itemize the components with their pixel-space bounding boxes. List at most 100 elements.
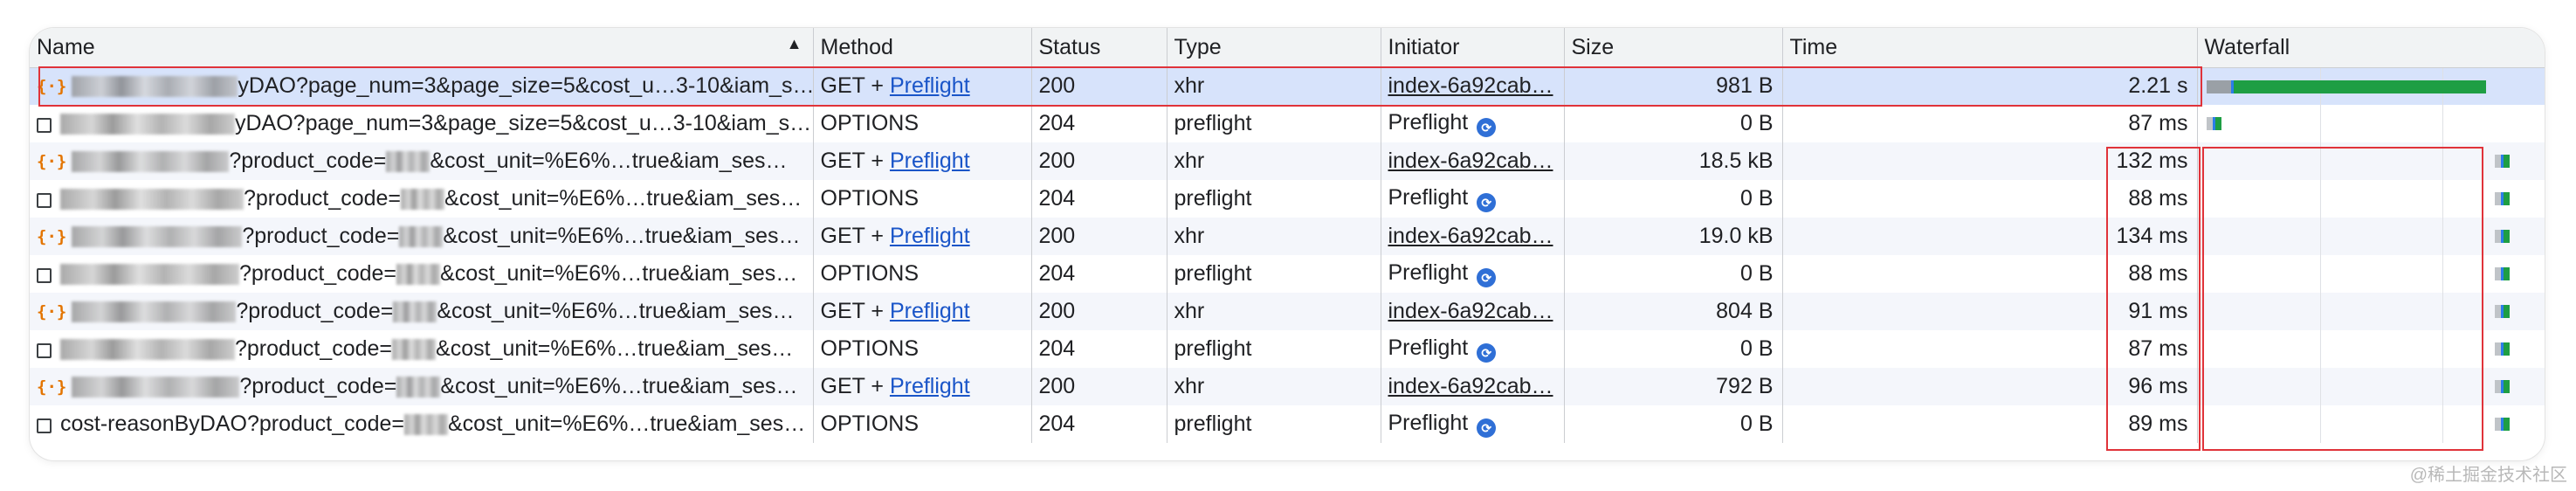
table-row[interactable]: {·} ?product_code= &cost_unit=%E6%…true&ia…	[30, 293, 2545, 330]
col-header-time[interactable]: Time	[1782, 28, 2198, 68]
request-name-cell[interactable]: ?product_code= &cost_unit=%E6%…true&iam_s…	[30, 180, 814, 218]
initiator-link[interactable]: index-6a92cab…	[1388, 299, 1553, 323]
preflight-icon[interactable]: ⟳	[1477, 268, 1497, 287]
checkbox-icon[interactable]	[37, 118, 52, 133]
initiator-link[interactable]: index-6a92cab…	[1388, 374, 1553, 398]
time-cell: 88 ms	[1782, 180, 2198, 218]
method-cell: GET + Preflight	[813, 368, 1032, 405]
table-row[interactable]: cost-reasonByDAO?product_code= &cost_unit…	[30, 405, 2545, 443]
status-cell: 204	[1031, 255, 1167, 293]
request-name-cell[interactable]: yDAO?page_num=3&page_size=5&cost_u…3-10&…	[30, 105, 814, 142]
initiator-cell[interactable]: index-6a92cab…	[1381, 142, 1565, 180]
preflight-link[interactable]: Preflight	[890, 374, 970, 398]
table-row[interactable]: {·} ?product_code= &cost_unit=%E6%…true&ia…	[30, 368, 2545, 405]
method-text: GET +	[820, 299, 890, 323]
preflight-icon[interactable]: ⟳	[1477, 193, 1497, 212]
request-name-cell[interactable]: cost-reasonByDAO?product_code= &cost_unit…	[30, 405, 814, 443]
initiator-link[interactable]: index-6a92cab…	[1388, 73, 1553, 98]
type-cell: xhr	[1167, 67, 1381, 105]
preflight-link[interactable]: Preflight	[890, 73, 970, 98]
initiator-cell: Preflight ⟳	[1381, 405, 1565, 443]
request-name-suffix: &cost_unit=%E6%…true&iam_ses…	[443, 224, 801, 248]
waterfall-cell	[2197, 218, 2545, 255]
preflight-link[interactable]: Preflight	[890, 299, 970, 323]
table-row[interactable]: {·} ?product_code= &cost_unit=%E6%…true&ia…	[30, 142, 2545, 180]
size-cell: 0 B	[1564, 180, 1783, 218]
initiator-cell[interactable]: index-6a92cab…	[1381, 368, 1565, 405]
waterfall-cell	[2197, 142, 2545, 180]
table-row[interactable]: ?product_code= &cost_unit=%E6%…true&iam_s…	[30, 330, 2545, 368]
method-text: GET +	[820, 224, 890, 248]
time-cell: 2.21 s	[1782, 67, 2198, 105]
request-name-suffix: &cost_unit=%E6%…true&iam_ses…	[440, 261, 798, 286]
request-name-suffix: &cost_unit=%E6%…true&iam_ses…	[436, 336, 794, 361]
waterfall-gridline	[2319, 142, 2321, 180]
request-name-cell[interactable]: {·} ?product_code= &cost_unit=%E6%…true&ia…	[30, 293, 814, 330]
waterfall-queue-bar	[2206, 117, 2213, 130]
request-name-cell[interactable]: ?product_code= &cost_unit=%E6%…true&iam_s…	[30, 255, 814, 293]
xhr-brace-icon: {·}	[37, 152, 67, 171]
col-header-size[interactable]: Size	[1564, 28, 1783, 68]
request-name-cell[interactable]: {·} ?product_code= &cost_unit=%E6%…true&ia…	[30, 218, 814, 255]
size-cell: 0 B	[1564, 255, 1783, 293]
checkbox-icon[interactable]	[37, 193, 52, 208]
request-name-suffix: &cost_unit=%E6%…true&iam_ses…	[447, 411, 806, 436]
initiator-link[interactable]: index-6a92cab…	[1388, 149, 1553, 173]
method-cell: OPTIONS	[813, 105, 1032, 142]
time-cell: 87 ms	[1782, 105, 2198, 142]
table-row[interactable]: ?product_code= &cost_unit=%E6%…true&iam_s…	[30, 255, 2545, 293]
col-header-name[interactable]: Name ▲	[30, 28, 814, 68]
time-cell: 89 ms	[1782, 405, 2198, 443]
size-cell: 804 B	[1564, 293, 1783, 330]
col-header-waterfall[interactable]: Waterfall	[2197, 28, 2545, 68]
initiator-cell[interactable]: index-6a92cab…	[1381, 67, 1565, 105]
request-name-cell[interactable]: {·} ?product_code= &cost_unit=%E6%…true&ia…	[30, 368, 814, 405]
initiator-link[interactable]: index-6a92cab…	[1388, 224, 1553, 248]
request-name-cell[interactable]: {·} ?product_code= &cost_unit=%E6%…true&ia…	[30, 142, 814, 180]
waterfall-receive-bar	[2503, 418, 2510, 431]
col-header-type[interactable]: Type	[1167, 28, 1381, 68]
xhr-brace-icon: {·}	[37, 377, 67, 397]
request-name-cell[interactable]: {·} yDAO?page_num=3&page_size=5&cost_u…3-…	[30, 67, 814, 105]
initiator-cell[interactable]: index-6a92cab…	[1381, 293, 1565, 330]
redacted-name-prefix	[60, 114, 235, 135]
col-header-initiator[interactable]: Initiator	[1381, 28, 1565, 68]
status-cell: 204	[1031, 405, 1167, 443]
col-header-status[interactable]: Status	[1031, 28, 1167, 68]
status-cell: 200	[1031, 368, 1167, 405]
table-row[interactable]: {·} ?product_code= &cost_unit=%E6%…true&ia…	[30, 218, 2545, 255]
type-cell: xhr	[1167, 142, 1381, 180]
waterfall-queue-bar	[2494, 418, 2501, 431]
time-cell: 88 ms	[1782, 255, 2198, 293]
initiator-cell: Preflight ⟳	[1381, 255, 1565, 293]
preflight-link[interactable]: Preflight	[890, 149, 970, 173]
checkbox-icon[interactable]	[37, 343, 52, 358]
preflight-icon[interactable]: ⟳	[1477, 418, 1497, 438]
request-name-suffix: &cost_unit=%E6%…true&iam_ses…	[437, 299, 795, 323]
waterfall-gridline	[2319, 330, 2321, 368]
col-header-method[interactable]: Method	[813, 28, 1032, 68]
initiator-cell[interactable]: index-6a92cab…	[1381, 218, 1565, 255]
request-name-text: ?product_code=	[239, 261, 397, 286]
table-row[interactable]: {·} yDAO?page_num=3&page_size=5&cost_u…3-…	[30, 67, 2545, 105]
waterfall-gridline	[2442, 218, 2443, 255]
checkbox-icon[interactable]	[37, 418, 52, 433]
request-name-text: ?product_code=	[229, 149, 387, 173]
preflight-link[interactable]: Preflight	[890, 224, 970, 248]
preflight-icon[interactable]: ⟳	[1477, 118, 1497, 137]
waterfall-gridline	[2442, 368, 2443, 405]
request-name-cell[interactable]: ?product_code= &cost_unit=%E6%…true&iam_s…	[30, 330, 814, 368]
status-cell: 200	[1031, 67, 1167, 105]
table-row[interactable]: yDAO?page_num=3&page_size=5&cost_u…3-10&…	[30, 105, 2545, 142]
preflight-icon[interactable]: ⟳	[1477, 343, 1497, 363]
requests-table: Name ▲ Method Status Type Initiator Size …	[30, 28, 2545, 443]
waterfall-receive-bar	[2503, 305, 2510, 318]
waterfall-cell	[2197, 255, 2545, 293]
request-name-text: yDAO?page_num=3&page_size=5&cost_u…3-10&…	[238, 73, 813, 99]
status-cell: 204	[1031, 105, 1167, 142]
method-cell: OPTIONS	[813, 255, 1032, 293]
checkbox-icon[interactable]	[37, 268, 52, 283]
table-row[interactable]: ?product_code= &cost_unit=%E6%…true&iam_s…	[30, 180, 2545, 218]
redacted-name-prefix	[60, 189, 244, 210]
initiator-cell: Preflight ⟳	[1381, 330, 1565, 368]
